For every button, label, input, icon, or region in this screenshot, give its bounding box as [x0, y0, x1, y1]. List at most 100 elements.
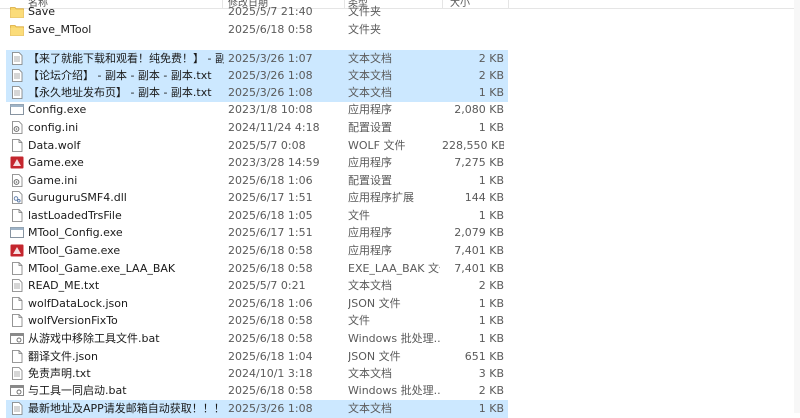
- file-row[interactable]: wolfDataLock.json 2025/6/18 1:06 JSON 文件 1 …: [6, 295, 508, 313]
- file-name: READ_ME.txt: [28, 279, 100, 292]
- file-type: 配置设置: [348, 121, 392, 134]
- file-row[interactable]: config.ini 2024/11/24 4:18 配置设置 1 KB: [6, 119, 508, 137]
- file-row[interactable]: Game.ini 2025/6/18 1:06 配置设置 1 KB: [6, 172, 508, 190]
- file-name: config.ini: [28, 121, 79, 134]
- file-type: 应用程序: [348, 226, 392, 239]
- file-size: 1 KB: [478, 332, 504, 345]
- file-type: 应用程序扩展: [348, 191, 414, 204]
- file-row[interactable]: READ_ME.txt 2025/5/7 0:21 文本文档 2 KB: [6, 277, 508, 295]
- blank-file-icon: [10, 139, 24, 152]
- settings-file-icon: [10, 174, 24, 187]
- file-row[interactable]: 【论坛介绍】 - 副本 - 副本 - 副本.txt 2025/3/26 1:08 文…: [6, 67, 508, 85]
- text-file-icon: [10, 367, 24, 380]
- file-icon-cell: [10, 119, 26, 137]
- file-row[interactable]: 翻译文件.json 2025/6/18 1:04 JSON 文件 651 KB: [6, 348, 508, 366]
- file-size: 228,550 KB: [442, 139, 504, 152]
- file-icon-cell: [10, 3, 26, 21]
- file-name: Save: [28, 5, 56, 18]
- file-icon-cell: [10, 101, 26, 119]
- file-row[interactable]: wolfVersionFixTo 2025/6/18 0:58 文件 1 KB: [6, 312, 508, 330]
- file-row[interactable]: MTool_Config.exe 2025/6/17 1:51 应用程序 2,079 …: [6, 224, 508, 242]
- file-name: Data.wolf: [28, 139, 81, 152]
- settings-file-icon: [10, 121, 24, 134]
- file-type: 配置设置: [348, 174, 392, 187]
- file-row[interactable]: 【来了就能下载和观看！纯免费！】 - 副... 2025/3/26 1:07 文本文…: [6, 50, 508, 68]
- file-icon-cell: [10, 67, 26, 85]
- file-row[interactable]: Save 2025/5/7 21:40 文件夹: [6, 3, 508, 21]
- text-file-icon: [10, 69, 24, 82]
- file-date: 2025/3/26 1:08: [228, 86, 313, 99]
- file-type: JSON 文件: [348, 297, 401, 310]
- file-date: 2025/6/18 1:05: [228, 209, 313, 222]
- file-icon-cell: [10, 189, 26, 207]
- file-row[interactable]: 从游戏中移除工具文件.bat 2025/6/18 0:58 Windows 批处理.…: [6, 330, 508, 348]
- file-icon-cell: [10, 260, 26, 278]
- file-date: 2025/5/7 0:21: [228, 279, 306, 292]
- file-size: 144 KB: [464, 191, 504, 204]
- file-row[interactable]: Game.exe 2023/3/28 14:59 应用程序 7,275 KB: [6, 154, 508, 172]
- file-row[interactable]: MTool_Game.exe 2025/6/18 0:58 应用程序 7,401 KB: [6, 242, 508, 260]
- file-icon-cell: [10, 295, 26, 313]
- file-name: 与工具一同启动.bat: [28, 384, 127, 397]
- game-app-icon: [10, 156, 24, 169]
- file-date: 2025/6/18 0:58: [228, 244, 313, 257]
- file-row[interactable]: 免责声明.txt 2024/10/1 3:18 文本文档 3 KB: [6, 365, 508, 383]
- file-row[interactable]: 最新地址及APP请发邮箱自动获取！！！... 2025/3/26 1:08 文本文档…: [6, 400, 508, 418]
- file-name: wolfVersionFixTo: [28, 314, 118, 327]
- file-row[interactable]: lastLoadedTrsFile 2025/6/18 1:05 文件 1 KB: [6, 207, 508, 225]
- blank-file-icon: [10, 297, 24, 310]
- file-icon-cell: [10, 172, 26, 190]
- file-type: 应用程序: [348, 244, 392, 257]
- file-row[interactable]: GuruguruSMF4.dll 2025/6/17 1:51 应用程序扩展 144 …: [6, 189, 508, 207]
- file-type: WOLF 文件: [348, 139, 406, 152]
- file-type: 文本文档: [348, 86, 392, 99]
- text-file-icon: [10, 402, 24, 415]
- file-type: 文件: [348, 314, 370, 327]
- file-icon-cell: [10, 84, 26, 102]
- file-size: 7,401 KB: [454, 244, 504, 257]
- file-icon-cell: [10, 382, 26, 400]
- file-row[interactable]: 与工具一同启动.bat 2025/6/18 0:58 Windows 批处理... 2…: [6, 382, 508, 400]
- file-name: Game.exe: [28, 156, 84, 169]
- file-size: 2 KB: [478, 52, 504, 65]
- exe-window-icon: [10, 226, 24, 239]
- file-type: 文本文档: [348, 279, 392, 292]
- file-name: Save_MTool: [28, 23, 92, 36]
- file-size: 2 KB: [478, 279, 504, 292]
- file-name: 翻译文件.json: [28, 350, 98, 363]
- file-row[interactable]: Data.wolf 2025/5/7 0:08 WOLF 文件 228,550 KB: [6, 137, 508, 155]
- file-size: 2,079 KB: [454, 226, 504, 239]
- file-type: JSON 文件: [348, 350, 401, 363]
- file-type: 文本文档: [348, 402, 392, 415]
- file-icon-cell: [10, 400, 26, 418]
- file-row[interactable]: Save_MTool 2025/6/18 0:58 文件夹: [6, 21, 508, 39]
- file-row[interactable]: Config.exe 2023/1/8 10:08 应用程序 2,080 KB: [6, 101, 508, 119]
- file-type: 文本文档: [348, 52, 392, 65]
- file-icon-cell: [10, 330, 26, 348]
- file-size: 1 KB: [478, 121, 504, 134]
- file-icon-cell: [10, 277, 26, 295]
- column-divider[interactable]: [508, 0, 509, 8]
- file-name: 【论坛介绍】 - 副本 - 副本 - 副本.txt: [28, 69, 212, 82]
- file-type: Windows 批处理...: [348, 332, 440, 345]
- file-row[interactable]: MTool_Game.exe_LAA_BAK 2025/6/18 0:58 EXE_…: [6, 260, 508, 278]
- file-icon-cell: [10, 207, 26, 225]
- file-size: 2,080 KB: [454, 103, 504, 116]
- file-icon-cell: [10, 154, 26, 172]
- file-icon-cell: [10, 242, 26, 260]
- file-date: 2025/6/18 0:58: [228, 262, 313, 275]
- game-app-icon: [10, 244, 24, 257]
- file-size: 651 KB: [464, 350, 504, 363]
- file-row[interactable]: 【永久地址发布页】 - 副本 - 副本.txt 2025/3/26 1:08 文本文…: [6, 84, 508, 102]
- file-size: 2 KB: [478, 384, 504, 397]
- file-date: 2025/3/26 1:08: [228, 402, 313, 415]
- text-file-icon: [10, 279, 24, 292]
- file-date: 2025/3/26 1:07: [228, 52, 313, 65]
- file-date: 2025/6/18 1:04: [228, 350, 313, 363]
- file-type: 文件夹: [348, 23, 381, 36]
- file-type: 文件夹: [348, 5, 381, 18]
- file-date: 2025/5/7 21:40: [228, 5, 313, 18]
- file-icon-cell: [10, 137, 26, 155]
- vertical-scrollbar[interactable]: [794, 0, 800, 413]
- folder-icon: [10, 23, 24, 36]
